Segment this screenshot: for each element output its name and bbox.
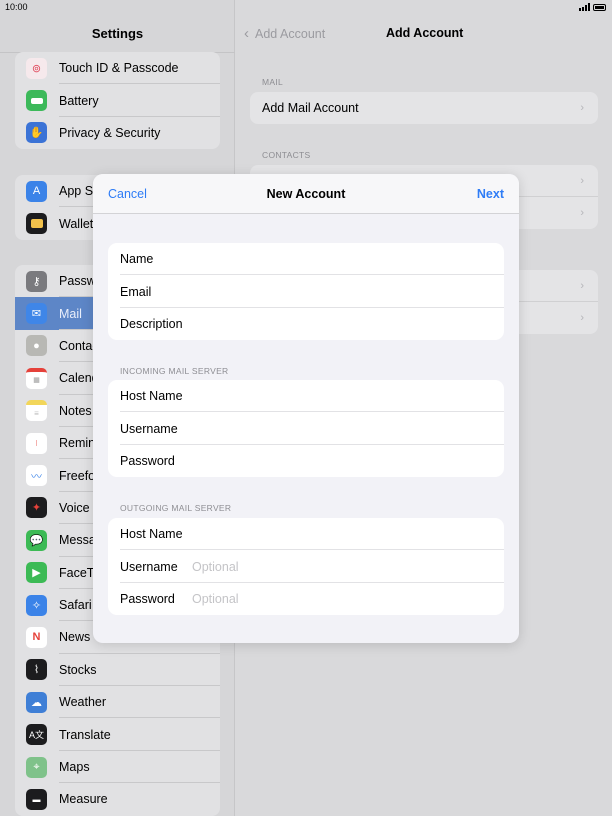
sidebar-item-translate[interactable]: A文 Translate (15, 718, 220, 752)
outgoing-username-field[interactable]: Username Optional (108, 550, 504, 584)
status-bar: 10:00 (0, 0, 612, 16)
mail-icon: ✉ (26, 303, 47, 325)
safari-icon: ✧ (26, 594, 47, 616)
sidebar-item-privacy[interactable]: ✋ Privacy & Security (15, 117, 220, 149)
email-field[interactable]: Email (108, 275, 504, 309)
sheet-header: Cancel New Account Next (93, 174, 519, 214)
battery-status-icon (593, 3, 606, 11)
messages-icon: 💬 (26, 529, 47, 551)
description-field[interactable]: Description (108, 308, 504, 340)
outgoing-host-name-field[interactable]: Host Name (108, 518, 504, 551)
incoming-password-field[interactable]: Password (108, 445, 504, 477)
freeform-icon: 〰 (26, 465, 47, 487)
signal-icon (579, 3, 590, 11)
mail-card: Add Mail Account › (250, 92, 598, 124)
measure-icon: ▬ (26, 788, 47, 810)
outgoing-server-label: OUTGOING MAIL SERVER (120, 503, 232, 513)
sidebar-title: Settings (91, 26, 144, 41)
sidebar-item-touch-id[interactable]: ⊚ Touch ID & Passcode (15, 52, 220, 85)
chevron-right-icon: › (580, 207, 584, 219)
mail-section-label: MAIL (262, 77, 284, 87)
stocks-icon: ⌇ (26, 659, 47, 681)
calendar-icon: ▦ (26, 367, 47, 389)
chevron-right-icon: › (580, 102, 584, 114)
sheet-title: New Account (266, 187, 346, 201)
chevron-right-icon: › (580, 312, 584, 324)
contacts-icon: ● (26, 335, 47, 357)
sidebar-item-weather[interactable]: ☁ Weather (15, 686, 220, 719)
fingerprint-icon: ⊚ (26, 57, 47, 79)
incoming-server-card: Host Name Username Password (108, 380, 504, 478)
weather-icon: ☁ (26, 691, 47, 713)
incoming-server-label: INCOMING MAIL SERVER (120, 366, 229, 376)
outgoing-server-card: Host Name Username Optional Password Opt… (108, 518, 504, 616)
back-button[interactable]: ‹ Add Account (244, 25, 325, 42)
notes-icon: ≡ (26, 400, 47, 422)
contacts-section-label: CONTACTS (262, 150, 311, 160)
sidebar-item-measure[interactable]: ▬ Measure (15, 783, 220, 815)
translate-icon: A文 (26, 724, 47, 746)
account-info-card: Name Email Description (108, 243, 504, 341)
status-time: 10:00 (5, 2, 28, 12)
sidebar-item-battery[interactable]: Battery (15, 84, 220, 118)
sidebar-item-stocks[interactable]: ⌇ Stocks (15, 654, 220, 687)
incoming-host-name-field[interactable]: Host Name (108, 380, 504, 413)
page-title: Add Account (386, 26, 464, 40)
wallet-icon (26, 213, 47, 235)
sidebar-item-maps[interactable]: ⌖ Maps (15, 751, 220, 784)
reminders-icon: ⁝ (26, 432, 47, 454)
new-account-sheet: Cancel New Account Next Name Email Descr… (93, 174, 519, 643)
chevron-right-icon: › (580, 175, 584, 187)
outgoing-password-field[interactable]: Password Optional (108, 583, 504, 615)
next-button[interactable]: Next (477, 187, 504, 201)
hand-icon: ✋ (26, 122, 47, 144)
chevron-right-icon: › (580, 280, 584, 292)
app-store-icon: A (26, 180, 47, 202)
name-field[interactable]: Name (108, 243, 504, 276)
battery-icon (26, 90, 47, 112)
sidebar-group-1: ⊚ Touch ID & Passcode Battery ✋ Privacy … (15, 52, 220, 150)
news-icon: N (26, 626, 47, 648)
chevron-left-icon: ‹ (244, 25, 249, 42)
add-mail-account-row[interactable]: Add Mail Account › (250, 92, 598, 124)
voice-memos-icon: ✦ (26, 497, 47, 519)
incoming-username-field[interactable]: Username (108, 412, 504, 446)
facetime-icon: ▶ (26, 562, 47, 584)
maps-icon: ⌖ (26, 756, 47, 778)
key-icon: ⚷ (26, 270, 47, 292)
